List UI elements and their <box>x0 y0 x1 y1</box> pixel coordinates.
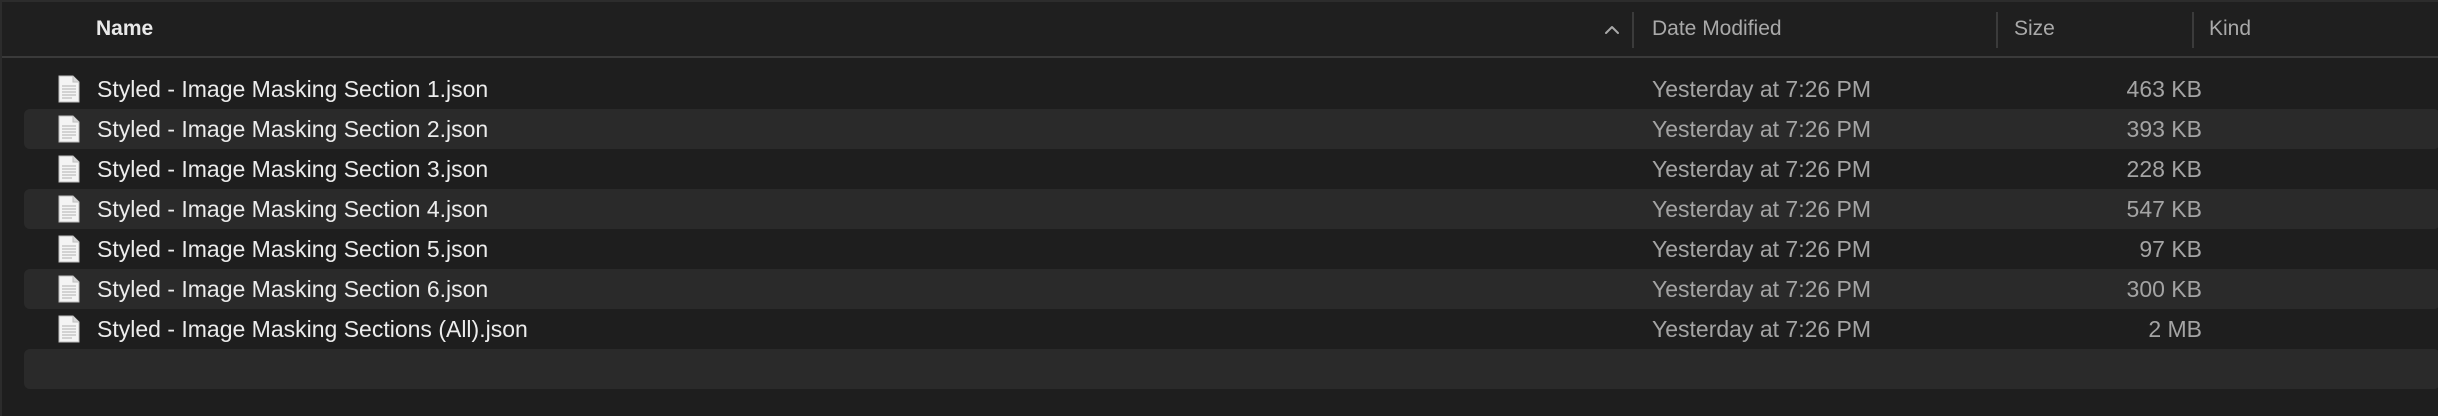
document-icon <box>58 315 80 343</box>
document-icon <box>58 275 80 303</box>
file-row[interactable]: Styled - Image Masking Section 1.json Ye… <box>24 69 2438 109</box>
document-icon <box>58 115 80 143</box>
file-name: Styled - Image Masking Section 4.json <box>97 196 489 222</box>
file-name: Styled - Image Masking Section 1.json <box>97 76 489 102</box>
finder-list-view: Name Date Modified Size Kind Styled - Im… <box>0 0 2438 416</box>
file-size: 97 KB <box>2139 236 2202 262</box>
column-header-size[interactable]: Size <box>2014 2 2055 56</box>
document-icon <box>58 155 80 183</box>
document-icon <box>58 75 80 103</box>
column-header-kind[interactable]: Kind <box>2209 2 2251 56</box>
file-name: Styled - Image Masking Section 5.json <box>97 236 489 262</box>
file-size: 393 KB <box>2126 116 2202 142</box>
file-date-modified: Yesterday at 7:26 PM <box>1652 276 1872 302</box>
file-list: Styled - Image Masking Section 1.json Ye… <box>24 69 2438 389</box>
file-date-modified: Yesterday at 7:26 PM <box>1652 76 1872 102</box>
file-size: 2 MB <box>2148 316 2202 342</box>
file-date-modified: Yesterday at 7:26 PM <box>1652 156 1872 182</box>
file-date-modified: Yesterday at 7:26 PM <box>1652 236 1872 262</box>
chevron-up-icon[interactable] <box>1602 20 1622 40</box>
file-row[interactable]: Styled - Image Masking Section 6.json Ye… <box>24 269 2438 309</box>
file-row[interactable]: Styled - Image Masking Section 4.json Ye… <box>24 189 2438 229</box>
document-icon <box>58 235 80 263</box>
file-size: 463 KB <box>2126 76 2202 102</box>
column-header-name[interactable]: Name <box>96 2 153 56</box>
file-row[interactable]: Styled - Image Masking Section 3.json Ye… <box>24 149 2438 189</box>
file-name: Styled - Image Masking Section 6.json <box>97 276 489 302</box>
file-row[interactable]: Styled - Image Masking Section 5.json Ye… <box>24 229 2438 269</box>
file-name: Styled - Image Masking Section 3.json <box>97 156 489 182</box>
file-row[interactable]: Styled - Image Masking Section 2.json Ye… <box>24 109 2438 149</box>
file-size: 300 KB <box>2126 276 2202 302</box>
column-divider[interactable] <box>2192 12 2194 48</box>
document-icon <box>58 195 80 223</box>
column-header-date-modified[interactable]: Date Modified <box>1652 2 1782 56</box>
file-name: Styled - Image Masking Section 2.json <box>97 116 489 142</box>
column-header-bar: Name Date Modified Size Kind <box>2 2 2438 58</box>
file-date-modified: Yesterday at 7:26 PM <box>1652 316 1872 342</box>
empty-row <box>24 349 2438 389</box>
file-name: Styled - Image Masking Sections (All).js… <box>97 316 528 342</box>
file-size: 228 KB <box>2126 156 2202 182</box>
file-date-modified: Yesterday at 7:26 PM <box>1652 116 1872 142</box>
column-divider[interactable] <box>1632 12 1634 48</box>
column-divider[interactable] <box>1996 12 1998 48</box>
file-date-modified: Yesterday at 7:26 PM <box>1652 196 1872 222</box>
file-row[interactable]: Styled - Image Masking Sections (All).js… <box>24 309 2438 349</box>
file-size: 547 KB <box>2126 196 2202 222</box>
